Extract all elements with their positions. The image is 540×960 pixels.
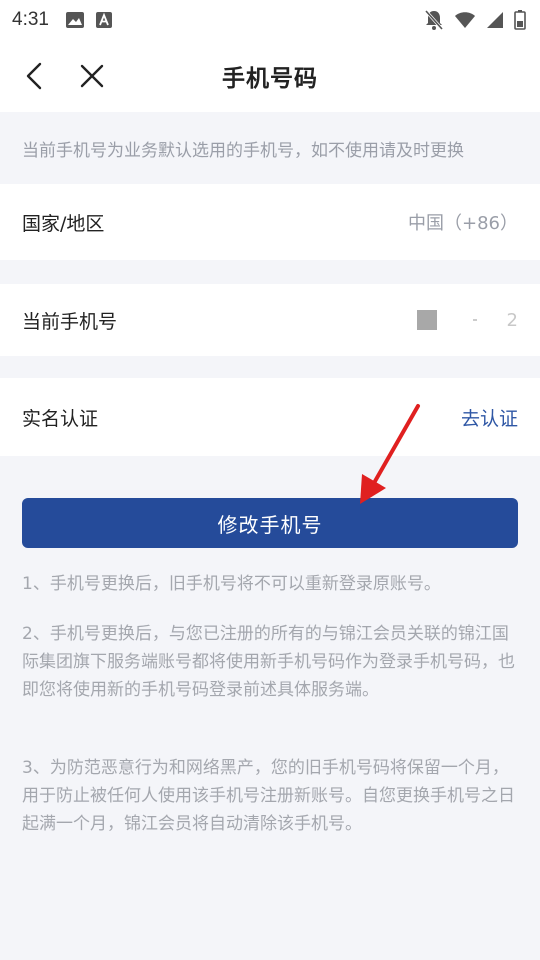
back-icon[interactable]	[20, 58, 52, 94]
wifi-icon	[454, 11, 476, 29]
phone-notice: 当前手机号为业务默认选用的手机号，如不使用请及时更换	[22, 140, 464, 161]
page-title: 手机号码	[222, 66, 318, 92]
note-item: 1、手机号更换后，旧手机号将不可以重新登录原账号。	[22, 574, 441, 594]
real-name-label: 实名认证	[22, 407, 99, 430]
note-item: 3、为防范恶意行为和网络黑产，您的旧手机号码将保留一个月，用于防止被任何人使用该…	[22, 758, 515, 834]
country-region-value: 中国（+86）	[408, 213, 518, 234]
current-phone-label: 当前手机号	[22, 310, 118, 333]
redaction-mark	[472, 319, 477, 321]
redaction-block	[416, 310, 437, 330]
notification-icons	[65, 11, 113, 29]
current-phone-masked-value: 2	[416, 309, 518, 331]
notifications-off-icon	[424, 9, 444, 31]
image-icon	[65, 11, 85, 29]
nav-bar: 手机号码	[0, 40, 540, 112]
status-time: 4:31	[12, 9, 49, 30]
status-bar: 4:31	[0, 0, 540, 40]
battery-icon	[514, 10, 526, 30]
real-name-row: 实名认证 去认证	[0, 378, 540, 456]
go-verify-link[interactable]: 去认证	[461, 404, 518, 431]
current-phone-row: 当前手机号 2	[0, 284, 540, 356]
cell-signal-icon	[486, 11, 504, 29]
country-region-row[interactable]: 国家/地区 中国（+86）	[0, 184, 540, 260]
phone-tail-digit: 2	[506, 309, 518, 331]
note-item: 2、手机号更换后，与您已注册的所有的与锦江会员关联的锦江国际集团旗下服务端账号都…	[22, 624, 515, 700]
country-region-label: 国家/地区	[22, 212, 105, 235]
text-a-icon	[95, 11, 113, 29]
close-icon[interactable]	[76, 58, 108, 94]
system-icons	[424, 9, 526, 31]
change-phone-button[interactable]: 修改手机号	[22, 498, 518, 548]
